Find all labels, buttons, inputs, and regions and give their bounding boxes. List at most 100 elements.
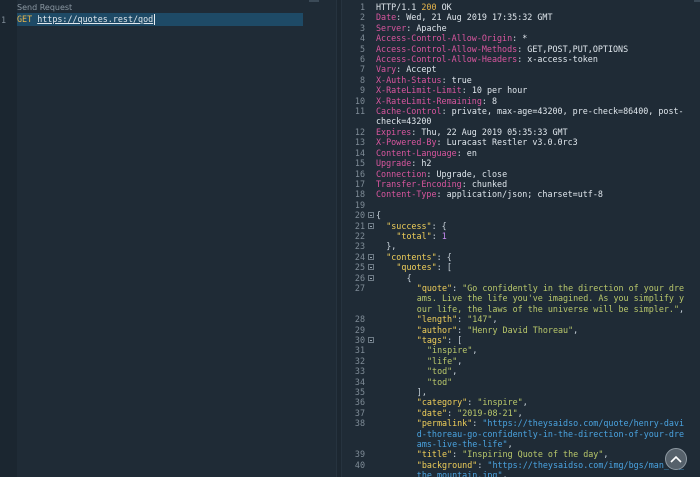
response-header-row: 16 Connection: Upgrade, close: [342, 169, 700, 179]
line-number: 19: [354, 199, 365, 210]
json-token-punc: :: [452, 282, 463, 293]
fold-gutter: [367, 241, 376, 251]
header-separator: :: [411, 158, 422, 169]
header-value: application/json; charset=utf-8: [446, 189, 603, 200]
fold-toggle-icon[interactable]: [368, 337, 374, 343]
json-token-key: "quotes": [396, 262, 437, 273]
header-value: chunked: [471, 178, 508, 189]
header-value: Thu, 22 Aug 2019 05:35:33 GMT: [421, 126, 568, 137]
json-text: "contents": {: [376, 252, 688, 262]
fold-gutter[interactable]: [367, 252, 376, 262]
json-token-str: "inspire": [427, 345, 473, 356]
json-token-punc: ,: [573, 324, 579, 335]
json-token-key: "author": [416, 324, 458, 335]
json-line: 40 "background": "https://theysaidso.com/…: [342, 460, 700, 477]
header-line: Expires: Thu, 22 Aug 2019 05:35:33 GMT: [376, 127, 688, 137]
header-key: Access-Control-Allow-Origin: [376, 33, 513, 44]
json-text: "total": 1: [376, 231, 688, 241]
json-token-str: "2019-08-21": [457, 407, 518, 418]
header-line: Content-Language: en: [376, 148, 688, 158]
line-number: 14: [354, 147, 365, 158]
fold-gutter: [367, 449, 376, 459]
json-token-punc: :: [452, 449, 463, 460]
json-token-str: "Inspiring Quote of the day": [462, 449, 604, 460]
request-url[interactable]: https://quotes.rest/qod: [37, 14, 153, 24]
json-text: "title": "Inspiring Quote of the day",: [376, 449, 688, 459]
header-value: 10 per hour: [471, 85, 528, 96]
fold-toggle-icon[interactable]: [368, 264, 374, 271]
line-number: 15: [354, 158, 365, 169]
fold-gutter[interactable]: [367, 273, 376, 283]
json-text: "category": "inspire",: [376, 397, 688, 407]
send-request-link[interactable]: Send Request: [17, 3, 72, 12]
request-editor[interactable]: 1 Send Request GET https://quotes.rest/q…: [0, 0, 336, 477]
fold-gutter[interactable]: [367, 221, 376, 231]
json-line: 33 "tod",: [342, 366, 700, 376]
json-line: 30 "tags": [: [342, 335, 700, 345]
json-line: 39 "title": "Inspiring Quote of the day",: [342, 449, 700, 459]
fold-gutter[interactable]: [367, 262, 376, 272]
json-token-punc: ,: [603, 449, 609, 460]
json-token-key: "category": [416, 397, 468, 408]
json-token-key: "tags": [416, 335, 448, 345]
header-separator: :: [436, 189, 447, 200]
response-header-row: 7 Vary: Accept: [342, 64, 700, 74]
header-line: X-RateLimit-Remaining: 8: [376, 96, 688, 106]
response-header-row: 12 Expires: Thu, 22 Aug 2019 05:35:33 GMT: [342, 127, 700, 137]
json-text: "inspire",: [376, 345, 688, 355]
line-number: 23: [354, 241, 365, 252]
fold-gutter: [367, 179, 376, 189]
response-viewer[interactable]: 1 HTTP/1.1 200 OK 2 Date: Wed, 21 Aug 201…: [342, 0, 700, 477]
json-text: "author": "Henry David Thoreau",: [376, 325, 688, 335]
fold-toggle-icon[interactable]: [368, 212, 374, 219]
header-key: Date: [376, 12, 397, 23]
json-line: 21 "success": {: [342, 221, 700, 231]
header-key: Server: [376, 22, 407, 33]
header-separator: :: [436, 137, 447, 148]
json-line: 36 "category": "inspire",: [342, 397, 700, 407]
header-value: GET,POST,PUT,OPTIONS: [527, 43, 629, 54]
scroll-to-top-button[interactable]: [665, 448, 687, 470]
header-separator: :: [517, 54, 528, 65]
fold-gutter: [367, 460, 376, 477]
json-token-str: "inspire": [477, 397, 523, 408]
header-line: Access-Control-Allow-Methods: GET,POST,P…: [376, 44, 688, 54]
fold-gutter: [367, 397, 376, 407]
header-value: h2: [421, 158, 432, 169]
json-token-str: "tod": [427, 366, 453, 377]
line-number: 13: [354, 137, 365, 148]
fold-toggle-icon[interactable]: [368, 222, 374, 229]
fold-gutter[interactable]: [367, 335, 376, 345]
json-token-punc: ,: [457, 355, 463, 366]
header-separator: :: [481, 95, 492, 106]
fold-gutter: [367, 64, 376, 74]
json-token-str: "Henry David Thoreau": [467, 324, 574, 335]
line-number: 3: [359, 22, 365, 33]
fold-gutter: [367, 366, 376, 376]
header-key: Access-Control-Allow-Methods: [376, 43, 518, 54]
header-line: Date: Wed, 21 Aug 2019 17:35:32 GMT: [376, 12, 688, 22]
json-line: 26 {: [342, 273, 700, 283]
fold-gutter[interactable]: [367, 210, 376, 220]
fold-toggle-icon[interactable]: [368, 274, 374, 281]
json-line: 32 "life",: [342, 356, 700, 366]
json-line: 20 {: [342, 210, 700, 220]
line-number: 7: [359, 64, 365, 75]
header-value: 8: [491, 95, 498, 106]
json-line: 19: [342, 200, 700, 210]
response-header-row: 3 Server: Apache: [342, 23, 700, 33]
fold-toggle-icon[interactable]: [368, 253, 374, 260]
response-header-row: 10 X-RateLimit-Remaining: 8: [342, 96, 700, 106]
json-token-punc: ,: [472, 345, 478, 356]
header-line: Upgrade: h2: [376, 158, 688, 168]
header-separator: :: [396, 12, 407, 23]
request-line[interactable]: GET https://quotes.rest/qod: [17, 13, 303, 26]
fold-gutter: [367, 148, 376, 158]
header-key: Content-Language: [376, 147, 457, 158]
json-text: {: [376, 273, 688, 283]
line-number: 18: [354, 189, 365, 200]
json-text: "quotes": [: [376, 262, 688, 272]
fold-gutter: [367, 377, 376, 387]
json-text: "permalink": "https://theysaidso.com/quo…: [376, 418, 688, 449]
json-text: "length": "147",: [376, 314, 688, 324]
